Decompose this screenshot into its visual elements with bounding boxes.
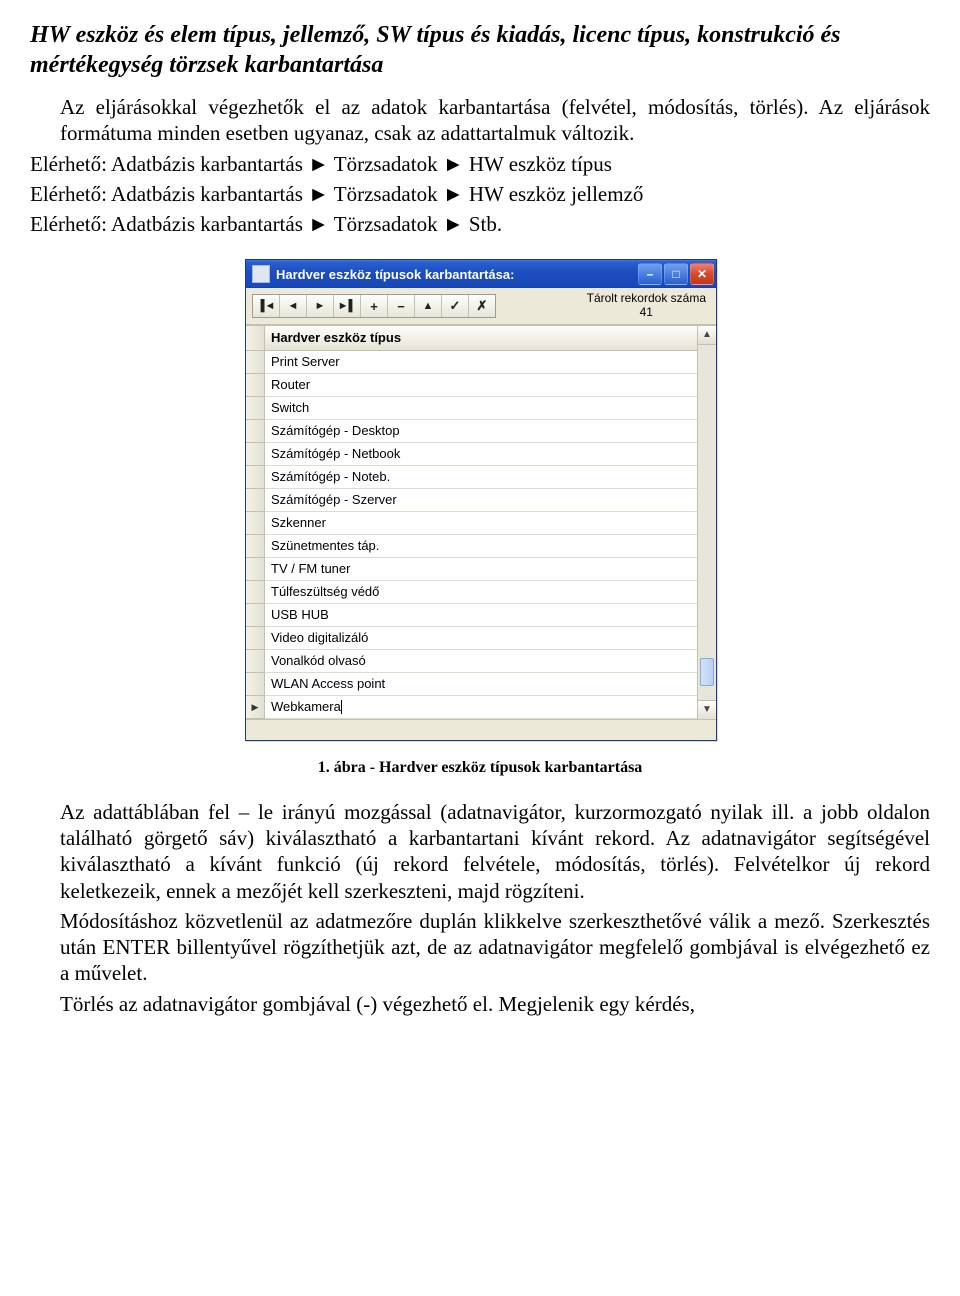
- row-handle[interactable]: [246, 374, 264, 397]
- body-paragraph-2: Módosításhoz közvetlenül az adatmezőre d…: [60, 908, 930, 987]
- table-row[interactable]: Video digitalizáló: [265, 627, 697, 650]
- record-navigator: ▐◄ ◄ ► ►▌ + − ▲ ✓ ✗: [252, 294, 496, 318]
- titlebar[interactable]: Hardver eszköz típusok karbantartása: – …: [246, 260, 716, 288]
- section-heading: HW eszköz és elem típus, jellemző, SW tí…: [30, 20, 930, 80]
- table-row[interactable]: USB HUB: [265, 604, 697, 627]
- record-count-value: 41: [587, 306, 706, 320]
- row-handle[interactable]: [246, 627, 264, 650]
- app-window: Hardver eszköz típusok karbantartása: – …: [245, 259, 717, 741]
- row-handle[interactable]: [246, 581, 264, 604]
- table-row[interactable]: Router: [265, 374, 697, 397]
- row-handle[interactable]: [246, 489, 264, 512]
- window-footer: [246, 719, 716, 740]
- row-handle[interactable]: [246, 420, 264, 443]
- menu-path-1: Elérhető: Adatbázis karbantartás ► Törzs…: [30, 151, 930, 177]
- nav-next-button[interactable]: ►: [307, 295, 334, 317]
- figure-caption: 1. ábra - Hardver eszköz típusok karbant…: [30, 759, 930, 777]
- nav-add-button[interactable]: +: [361, 295, 388, 317]
- row-handle-header: [246, 326, 264, 351]
- nav-cancel-button[interactable]: ✗: [469, 295, 495, 317]
- table-row[interactable]: Túlfeszültség védő: [265, 581, 697, 604]
- nav-first-button[interactable]: ▐◄: [253, 295, 280, 317]
- vertical-scrollbar[interactable]: ▲ ▼: [697, 326, 716, 719]
- window-title: Hardver eszköz típusok karbantartása:: [276, 267, 638, 282]
- table-row[interactable]: Szünetmentes táp.: [265, 535, 697, 558]
- row-handle[interactable]: [246, 673, 264, 696]
- row-handle[interactable]: [246, 696, 264, 719]
- data-column: Hardver eszköz típus Print ServerRouterS…: [265, 326, 697, 719]
- table-row[interactable]: Vonalkód olvasó: [265, 650, 697, 673]
- screenshot-figure: Hardver eszköz típusok karbantartása: – …: [245, 259, 715, 741]
- row-handle[interactable]: [246, 535, 264, 558]
- nav-edit-button[interactable]: ▲: [415, 295, 442, 317]
- app-icon: [252, 265, 270, 283]
- row-handle[interactable]: [246, 604, 264, 627]
- record-count-display: Tárolt rekordok száma 41: [587, 292, 710, 320]
- nav-post-button[interactable]: ✓: [442, 295, 469, 317]
- minimize-button[interactable]: –: [638, 263, 662, 285]
- scroll-thumb[interactable]: [700, 658, 714, 686]
- row-handle[interactable]: [246, 512, 264, 535]
- row-handle[interactable]: [246, 397, 264, 420]
- menu-path-2: Elérhető: Adatbázis karbantartás ► Törzs…: [30, 181, 930, 207]
- nav-delete-button[interactable]: −: [388, 295, 415, 317]
- nav-prev-button[interactable]: ◄: [280, 295, 307, 317]
- scroll-down-icon[interactable]: ▼: [698, 700, 716, 719]
- column-header[interactable]: Hardver eszköz típus: [265, 326, 697, 351]
- data-grid: Hardver eszköz típus Print ServerRouterS…: [246, 325, 716, 719]
- table-row[interactable]: Számítógép - Desktop: [265, 420, 697, 443]
- scroll-track[interactable]: [698, 345, 716, 700]
- table-row[interactable]: TV / FM tuner: [265, 558, 697, 581]
- intro-paragraph: Az eljárásokkal végezhetők el az adatok …: [60, 94, 930, 147]
- record-count-label: Tárolt rekordok száma: [587, 292, 706, 306]
- nav-last-button[interactable]: ►▌: [334, 295, 361, 317]
- row-handle[interactable]: [246, 466, 264, 489]
- table-row[interactable]: Számítógép - Noteb.: [265, 466, 697, 489]
- body-paragraph-1: Az adattáblában fel – le irányú mozgássa…: [60, 799, 930, 904]
- scroll-up-icon[interactable]: ▲: [698, 326, 716, 345]
- body-paragraph-3: Törlés az adatnavigátor gombjával (-) vé…: [60, 991, 930, 1017]
- row-handle[interactable]: [246, 558, 264, 581]
- row-handle[interactable]: [246, 650, 264, 673]
- row-handle[interactable]: [246, 443, 264, 466]
- table-row[interactable]: Print Server: [265, 351, 697, 374]
- table-row[interactable]: Számítógép - Netbook: [265, 443, 697, 466]
- table-row[interactable]: Switch: [265, 397, 697, 420]
- table-row[interactable]: Számítógép - Szerver: [265, 489, 697, 512]
- maximize-button[interactable]: □: [664, 263, 688, 285]
- toolbar: ▐◄ ◄ ► ►▌ + − ▲ ✓ ✗ Tárolt rekordok szám…: [246, 288, 716, 325]
- close-button[interactable]: ✕: [690, 263, 714, 285]
- table-row[interactable]: Szkenner: [265, 512, 697, 535]
- table-row[interactable]: Webkamera: [265, 696, 697, 719]
- menu-path-3: Elérhető: Adatbázis karbantartás ► Törzs…: [30, 211, 930, 237]
- row-indicator-column: [246, 326, 265, 719]
- row-handle[interactable]: [246, 351, 264, 374]
- table-row[interactable]: WLAN Access point: [265, 673, 697, 696]
